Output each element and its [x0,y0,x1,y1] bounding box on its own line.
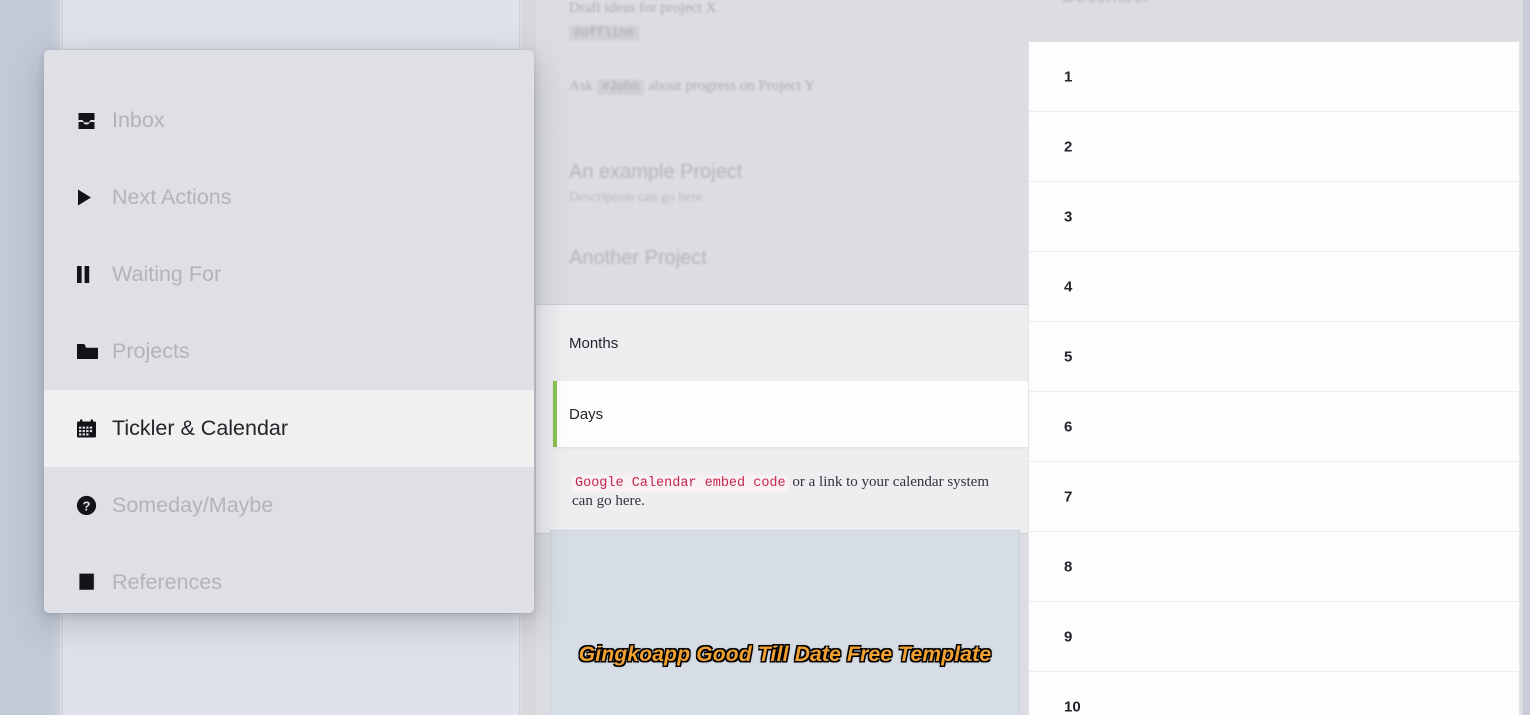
calendar-day-row[interactable]: 2 [1029,112,1519,182]
left-card-bottom[interactable] [62,613,520,715]
calendar-day-row[interactable]: 3 [1029,182,1519,252]
calendar-month-heading: December [1062,0,1150,8]
tag-offline[interactable]: #offline [569,25,640,41]
calendar-day-row[interactable]: 8 [1029,532,1519,602]
svg-text:?: ? [83,498,91,513]
pause-icon [76,265,106,284]
calendar-day-number: 1 [1064,68,1073,85]
menu-item-inbox[interactable]: Inbox [44,82,534,159]
note-line-2-after: about progress on Project Y [648,78,816,94]
calendar-day-number: 2 [1064,138,1073,155]
embed-note: Google Calendar embed code or a link to … [536,447,1034,533]
section-popup-menu[interactable]: Inbox Next Actions Waiting For Projects Tick… [44,50,534,613]
calendar-day-number: 8 [1064,558,1073,575]
days-label: Days [569,405,604,423]
project-1-description: Description can go here. [569,190,706,205]
calendar-day-row[interactable]: 1 [1029,42,1519,112]
note-divider [536,127,1034,128]
page-scrollbar[interactable] [1523,0,1530,715]
menu-item-label: Inbox [112,108,165,132]
folder-icon [76,342,106,361]
calendar-day-row[interactable]: 9 [1029,602,1519,672]
menu-item-tickler-calendar[interactable]: Tickler & Calendar [44,390,534,467]
calendar-day-row[interactable]: 6 [1029,392,1519,462]
menu-item-references[interactable]: References [44,544,534,613]
calendar-day-number: 9 [1064,628,1073,645]
note-line-1: Draft ideas for project X [569,0,717,16]
calendar-day-list[interactable]: 1 2 3 4 5 6 7 8 9 10 [1028,41,1520,715]
days-row[interactable]: Days [553,381,1034,447]
menu-item-label: Waiting For [112,262,222,286]
months-row[interactable]: Months [536,305,1034,381]
tag-john[interactable]: #John [596,79,645,95]
embed-code-label: Google Calendar embed code [572,475,789,492]
project-1-title[interactable]: An example Project [569,161,742,184]
calendar-day-row[interactable]: 5 [1029,322,1519,392]
column-middle: Draft ideas for project X #offline Ask #… [536,0,1034,715]
menu-item-next-actions[interactable]: Next Actions [44,159,534,236]
calendar-day-number: 10 [1064,698,1081,715]
play-icon [76,188,106,207]
note-line-2: Ask #John about progress on Project Y [569,78,815,95]
menu-item-label: Someday/Maybe [112,493,274,517]
menu-item-projects[interactable]: Projects [44,313,534,390]
watermark-text: Gingkoapp Good Till Date Free Template [578,643,992,666]
menu-top-spacer [44,50,534,82]
inbox-icon [76,111,106,131]
calendar-day-row[interactable]: 4 [1029,252,1519,322]
months-label: Months [569,334,619,352]
left-card-top[interactable] [62,0,520,50]
lower-panel[interactable] [550,530,1020,715]
calendar-day-row[interactable]: 10 [1029,672,1519,715]
calendar-day-number: 6 [1064,418,1073,435]
calendar-day-number: 3 [1064,208,1073,225]
menu-item-someday-maybe[interactable]: ? Someday/Maybe [44,467,534,544]
calendar-day-number: 5 [1064,348,1073,365]
calendar-icon [76,418,106,439]
app-window: Draft ideas for project X #offline Ask #… [0,0,1530,715]
calendar-day-row[interactable]: 7 [1029,462,1519,532]
calendar-day-number: 7 [1064,488,1073,505]
menu-item-label: Tickler & Calendar [112,416,289,440]
menu-item-waiting-for[interactable]: Waiting For [44,236,534,313]
tickler-focus-card: Months Days Google Calendar embed code o… [536,305,1034,534]
note-line-2-before: Ask [569,78,594,94]
question-icon: ? [76,495,106,516]
book-icon [76,572,106,593]
menu-item-label: References [112,570,222,594]
calendar-day-number: 4 [1064,278,1073,295]
note-tag-1-wrap: #offline [569,24,640,41]
menu-item-label: Next Actions [112,185,232,209]
menu-item-label: Projects [112,339,190,363]
project-2-title[interactable]: Another Project [569,247,707,270]
